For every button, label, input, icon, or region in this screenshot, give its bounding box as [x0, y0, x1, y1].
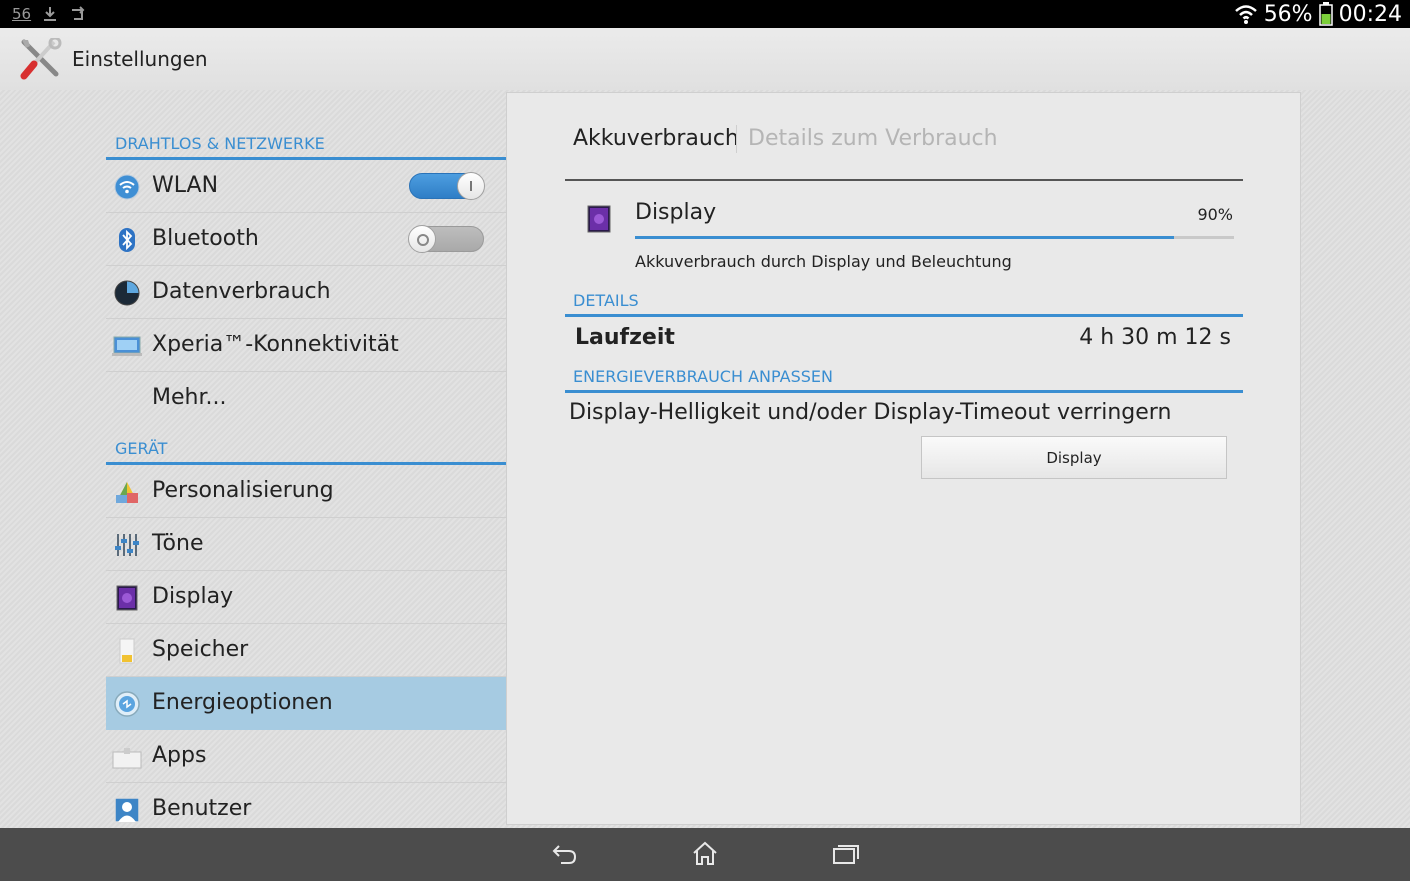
energy-tip-text: Display-Helligkeit und/oder Display-Time…	[569, 400, 1172, 425]
battery-percent: 56%	[1263, 1, 1313, 27]
bluetooth-icon	[114, 227, 140, 253]
sidebar-item-bluetooth[interactable]: Bluetooth	[106, 213, 506, 266]
breadcrumb-akkuverbrauch[interactable]: Akkuverbrauch	[573, 126, 739, 151]
clock: 00:24	[1338, 1, 1402, 27]
notification-count: 56	[12, 5, 32, 23]
sidebar-item-label: Benutzer	[152, 796, 252, 821]
sidebar-item-datenverbrauch[interactable]: Datenverbrauch	[106, 266, 506, 319]
sidebar-item-label: Energieoptionen	[152, 690, 333, 715]
header-divider	[565, 179, 1243, 181]
toggle-knob[interactable]	[457, 172, 485, 200]
sidebar-item-wlan[interactable]: WLAN	[106, 160, 506, 213]
sidebar-item-benutzer[interactable]: Benutzer	[106, 783, 506, 828]
sidebar-item-label: Mehr...	[152, 385, 227, 410]
wifi-icon	[1234, 3, 1258, 25]
home-icon[interactable]	[691, 840, 719, 872]
section-header-details: DETAILS	[565, 283, 1243, 317]
status-bar: 56 56% 00:24	[0, 0, 1410, 28]
runtime-value: 4 h 30 m 12 s	[1079, 325, 1231, 350]
usage-progress-bar	[635, 236, 1234, 239]
sidebar-item-label: Apps	[152, 743, 207, 768]
sidebar-item-xperia-konnektivitaet[interactable]: Xperia™-Konnektivität	[106, 319, 506, 372]
usage-progress-fill	[635, 236, 1175, 239]
battery-icon	[1318, 2, 1333, 26]
recent-apps-icon[interactable]	[832, 840, 860, 872]
section-header-wireless: DRAHTLOS & NETZWERKE	[106, 120, 506, 160]
sidebar-item-energieoptionen[interactable]: Energieoptionen	[106, 677, 506, 730]
app-title: Einstellungen	[72, 47, 208, 71]
sidebar-item-mehr[interactable]: Mehr...	[106, 372, 506, 425]
runtime-label: Laufzeit	[575, 325, 675, 350]
navigation-bar	[0, 828, 1410, 881]
sidebar-item-label: Bluetooth	[152, 226, 259, 251]
sidebar-item-label: WLAN	[152, 173, 219, 198]
action-bar: Einstellungen	[0, 28, 1410, 91]
data-usage-icon	[114, 280, 140, 306]
power-icon	[114, 691, 140, 717]
wlan-toggle[interactable]	[409, 172, 485, 200]
bluetooth-toggle[interactable]	[408, 225, 484, 253]
usage-title: Display	[635, 200, 717, 225]
display-settings-button[interactable]: Display	[921, 436, 1227, 479]
section-header-geraet: GERÄT	[106, 425, 506, 465]
sidebar-item-label: Speicher	[152, 637, 249, 662]
system-status: 56% 00:24	[1234, 0, 1402, 28]
sidebar-item-display[interactable]: Display	[106, 571, 506, 624]
sidebar-item-label: Datenverbrauch	[152, 279, 331, 304]
sidebar-item-label: Personalisierung	[152, 478, 334, 503]
user-icon	[114, 797, 140, 823]
sidebar-item-apps[interactable]: Apps	[106, 730, 506, 783]
settings-sidebar: DRAHTLOS & NETZWERKE WLAN Bluetooth Date…	[106, 90, 506, 828]
back-icon[interactable]	[551, 840, 579, 872]
sync-icon	[69, 5, 87, 23]
download-icon	[41, 5, 59, 23]
sidebar-item-personalisierung[interactable]: Personalisierung	[106, 465, 506, 518]
sidebar-item-toene[interactable]: Töne	[106, 518, 506, 571]
sound-icon	[114, 532, 140, 558]
sidebar-item-speicher[interactable]: Speicher	[106, 624, 506, 677]
toggle-knob[interactable]	[408, 225, 436, 253]
usage-description: Akkuverbrauch durch Display und Beleucht…	[635, 252, 1012, 271]
connectivity-icon	[112, 333, 142, 359]
storage-icon	[114, 638, 140, 664]
breadcrumb-divider	[736, 125, 737, 153]
breadcrumb-details: Details zum Verbrauch	[748, 126, 998, 151]
sidebar-item-label: Display	[152, 584, 234, 609]
notification-area: 56	[12, 0, 87, 28]
sidebar-item-label: Xperia™-Konnektivität	[152, 332, 399, 357]
settings-tools-icon[interactable]	[18, 36, 62, 84]
apps-icon	[112, 744, 142, 770]
display-icon	[587, 205, 611, 237]
content-area: DRAHTLOS & NETZWERKE WLAN Bluetooth Date…	[0, 90, 1410, 828]
sidebar-item-label: Töne	[152, 531, 204, 556]
battery-detail-panel: Akkuverbrauch Details zum Verbrauch Disp…	[506, 92, 1301, 825]
usage-percent: 90%	[1197, 205, 1233, 224]
personalization-icon	[114, 479, 140, 505]
display-icon	[114, 585, 140, 611]
wifi-icon	[114, 174, 140, 200]
section-header-energy-adjust: ENERGIEVERBRAUCH ANPASSEN	[565, 361, 1243, 393]
